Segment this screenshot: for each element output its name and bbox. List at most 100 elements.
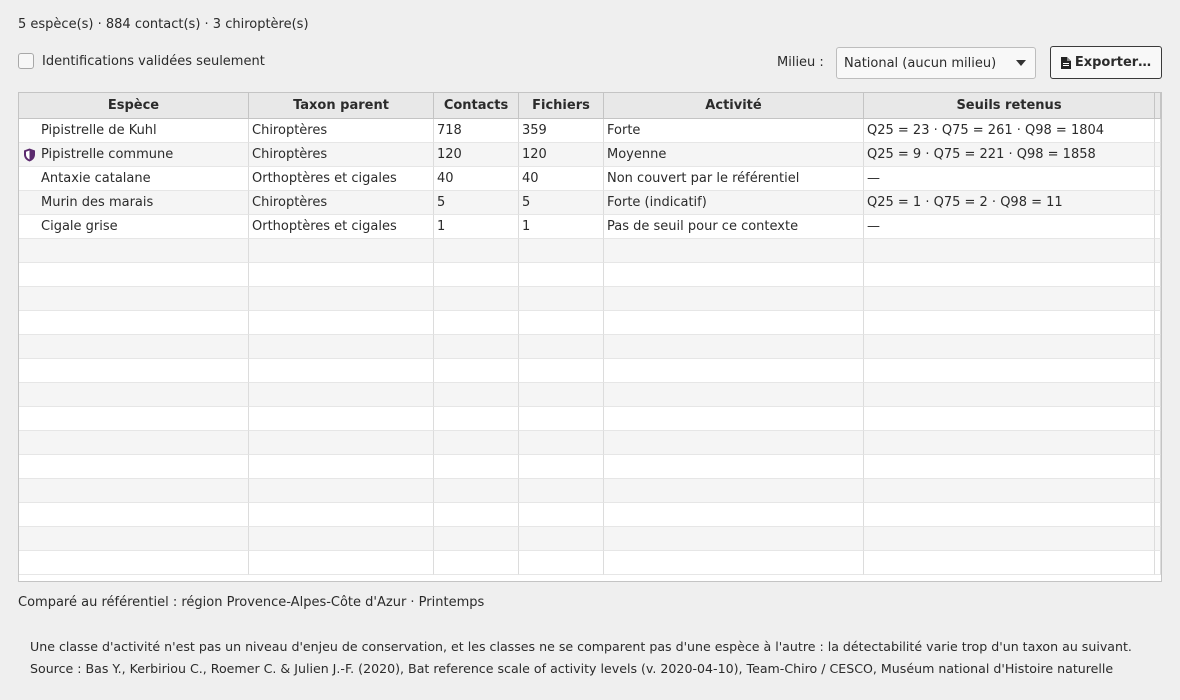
cell-activity: Pas de seuil pour ce contexte	[604, 215, 864, 239]
table-row	[19, 359, 1161, 383]
validated-only-checkbox[interactable]: Identifications validées seulement	[18, 53, 265, 69]
cell-activity	[604, 503, 864, 527]
cell-contacts	[434, 503, 519, 527]
table-row	[19, 407, 1161, 431]
cell-filler	[1155, 287, 1161, 311]
cell-species	[19, 359, 249, 383]
col-header-thresholds[interactable]: Seuils retenus	[864, 93, 1155, 118]
cell-parent	[249, 527, 434, 551]
cell-parent: Orthoptères et cigales	[249, 215, 434, 239]
cell-parent	[249, 335, 434, 359]
cell-thresholds	[864, 407, 1155, 431]
checkbox-box[interactable]	[18, 53, 34, 69]
cell-thresholds	[864, 455, 1155, 479]
cell-thresholds: —	[864, 215, 1155, 239]
table-row[interactable]: Pipistrelle de Kuhl Chiroptères 718 359 Fort…	[19, 119, 1161, 143]
cell-filler	[1155, 431, 1161, 455]
table-row	[19, 263, 1161, 287]
cell-contacts: 120	[434, 143, 519, 167]
cell-thresholds	[864, 503, 1155, 527]
cell-contacts	[434, 431, 519, 455]
cell-filler	[1155, 191, 1161, 215]
cell-species	[19, 287, 249, 311]
cell-species	[19, 311, 249, 335]
table-body: Pipistrelle de Kuhl Chiroptères 718 359 Fort…	[19, 119, 1161, 575]
table-row[interactable]: Cigale grise Orthoptères et cigales 1 1 Pas …	[19, 215, 1161, 239]
col-header-parent[interactable]: Taxon parent	[249, 93, 434, 118]
cell-parent	[249, 263, 434, 287]
table-row	[19, 551, 1161, 575]
cell-files	[519, 455, 604, 479]
source-line: Source : Bas Y., Kerbiriou C., Roemer C.…	[30, 661, 1114, 676]
cell-species	[19, 455, 249, 479]
results-summary: 5 espèce(s) · 884 contact(s) · 3 chiropt…	[18, 17, 309, 32]
chevron-down-icon	[1016, 60, 1026, 66]
cell-parent: Orthoptères et cigales	[249, 167, 434, 191]
cell-files	[519, 479, 604, 503]
cell-filler	[1155, 479, 1161, 503]
col-header-activity[interactable]: Activité	[604, 93, 864, 118]
cell-filler	[1155, 215, 1161, 239]
table-row	[19, 335, 1161, 359]
cell-thresholds	[864, 263, 1155, 287]
cell-activity	[604, 431, 864, 455]
disclaimer-line: Une classe d'activité n'est pas un nivea…	[30, 639, 1132, 654]
cell-thresholds: —	[864, 167, 1155, 191]
cell-activity	[604, 383, 864, 407]
cell-contacts: 718	[434, 119, 519, 143]
cell-contacts: 5	[434, 191, 519, 215]
cell-files	[519, 383, 604, 407]
cell-activity	[604, 479, 864, 503]
cell-files	[519, 359, 604, 383]
reference-info: Comparé au référentiel : région Provence…	[18, 595, 485, 610]
table-row[interactable]: Antaxie catalane Orthoptères et cigales 40…	[19, 167, 1161, 191]
cell-thresholds	[864, 239, 1155, 263]
cell-parent	[249, 431, 434, 455]
milieu-select[interactable]: National (aucun milieu)	[836, 47, 1036, 79]
cell-thresholds	[864, 527, 1155, 551]
cell-files	[519, 551, 604, 575]
table-row	[19, 503, 1161, 527]
cell-files: 5	[519, 191, 604, 215]
col-header-files[interactable]: Fichiers	[519, 93, 604, 118]
cell-species-label: Pipistrelle commune	[41, 147, 174, 162]
cell-activity: Non couvert par le référentiel	[604, 167, 864, 191]
cell-species: Pipistrelle commune	[19, 143, 249, 167]
cell-activity	[604, 263, 864, 287]
col-header-contacts[interactable]: Contacts	[434, 93, 519, 118]
cell-filler	[1155, 359, 1161, 383]
cell-parent	[249, 455, 434, 479]
cell-filler	[1155, 239, 1161, 263]
cell-files	[519, 287, 604, 311]
cell-species	[19, 431, 249, 455]
col-header-species[interactable]: Espèce	[19, 93, 249, 118]
cell-thresholds	[864, 383, 1155, 407]
cell-files: 359	[519, 119, 604, 143]
export-button[interactable]: Exporter…	[1050, 46, 1162, 79]
cell-thresholds: Q25 = 23 · Q75 = 261 · Q98 = 1804	[864, 119, 1155, 143]
cell-filler	[1155, 383, 1161, 407]
cell-species	[19, 335, 249, 359]
cell-thresholds	[864, 551, 1155, 575]
cell-filler	[1155, 167, 1161, 191]
species-table: Espèce Taxon parent Contacts Fichiers Ac…	[18, 92, 1162, 582]
cell-activity	[604, 239, 864, 263]
cell-files	[519, 239, 604, 263]
cell-contacts	[434, 383, 519, 407]
cell-parent: Chiroptères	[249, 119, 434, 143]
cell-thresholds	[864, 431, 1155, 455]
cell-contacts	[434, 527, 519, 551]
table-row[interactable]: Murin des marais Chiroptères 5 5 Forte (indi…	[19, 191, 1161, 215]
table-row	[19, 287, 1161, 311]
table-row	[19, 527, 1161, 551]
cell-files	[519, 311, 604, 335]
cell-species	[19, 479, 249, 503]
cell-species	[19, 551, 249, 575]
cell-contacts	[434, 551, 519, 575]
table-row[interactable]: Pipistrelle commune Chiroptères 120 120 Moye…	[19, 143, 1161, 167]
cell-contacts	[434, 239, 519, 263]
cell-parent	[249, 503, 434, 527]
cell-contacts	[434, 455, 519, 479]
table-row	[19, 311, 1161, 335]
cell-files	[519, 407, 604, 431]
